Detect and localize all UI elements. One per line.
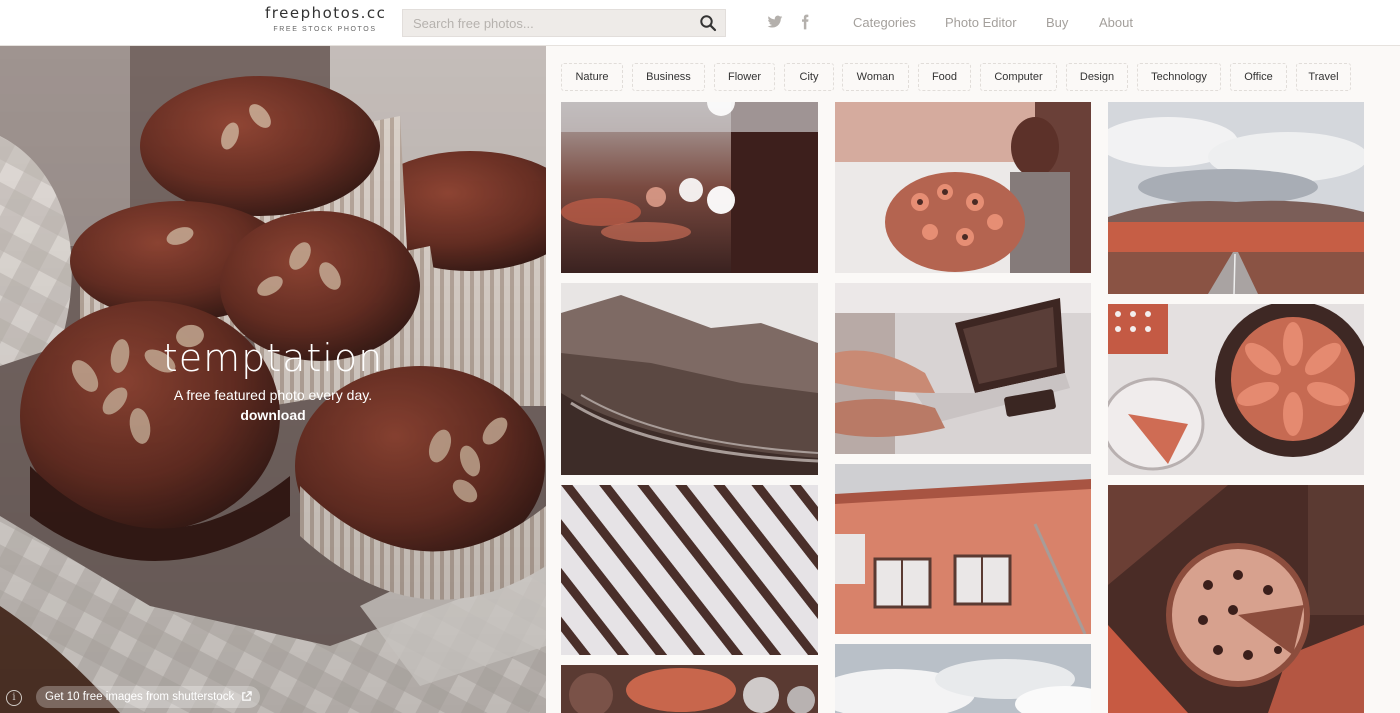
photo-tile-table[interactable] xyxy=(561,665,818,713)
photo-flowers xyxy=(835,102,1091,273)
category-travel[interactable]: Travel xyxy=(1296,63,1351,91)
photo-tile-tart[interactable] xyxy=(1108,304,1364,475)
photo-tile-pizza[interactable] xyxy=(1108,485,1364,713)
nav-buy[interactable]: Buy xyxy=(1046,15,1068,30)
nav-categories[interactable]: Categories xyxy=(853,15,916,30)
photo-tile-laptop[interactable] xyxy=(835,283,1091,454)
hero-title: temptation xyxy=(162,336,384,380)
download-link[interactable]: download xyxy=(0,407,546,423)
photo-tile-slats[interactable] xyxy=(561,485,818,655)
search-input[interactable] xyxy=(403,10,693,36)
photo-tile-railway[interactable] xyxy=(561,283,818,475)
info-icon[interactable]: i xyxy=(6,690,22,706)
photo-tile-city-lights[interactable] xyxy=(561,102,818,273)
photo-pizza xyxy=(1108,485,1364,713)
external-link-icon xyxy=(241,691,252,702)
featured-photo[interactable]: temptation A free featured photo every d… xyxy=(0,46,546,713)
shutterstock-promo-label: Get 10 free images from shutterstock xyxy=(45,691,235,703)
nav-photo-editor[interactable]: Photo Editor xyxy=(945,15,1017,30)
photo-tile-flowers[interactable] xyxy=(835,102,1091,273)
logo-name: freephotos.cc xyxy=(265,4,387,22)
photo-laptop xyxy=(835,283,1091,454)
photo-tile-road[interactable] xyxy=(1108,102,1364,294)
category-city[interactable]: City xyxy=(784,63,834,91)
nav-about[interactable]: About xyxy=(1099,15,1133,30)
search-box xyxy=(402,9,726,37)
photo-road xyxy=(1108,102,1364,294)
twitter-icon[interactable] xyxy=(767,14,783,30)
photo-slats xyxy=(561,485,818,655)
photo-tart xyxy=(1108,304,1364,475)
category-flower[interactable]: Flower xyxy=(714,63,775,91)
photo-railway xyxy=(561,283,818,475)
category-food[interactable]: Food xyxy=(918,63,971,91)
category-bar: Nature Business Flower City Woman Food C… xyxy=(546,46,1400,102)
category-office[interactable]: Office xyxy=(1230,63,1287,91)
photo-tile-building[interactable] xyxy=(835,464,1091,634)
facebook-icon[interactable] xyxy=(797,14,813,30)
site-logo[interactable]: freephotos.cc FREE STOCK PHOTOS xyxy=(265,4,385,33)
hero-subtitle: A free featured photo every day. xyxy=(173,387,373,403)
photo-clouds xyxy=(835,644,1091,713)
category-business[interactable]: Business xyxy=(632,63,705,91)
search-icon[interactable] xyxy=(699,14,717,32)
category-nature[interactable]: Nature xyxy=(561,63,623,91)
photo-city-lights xyxy=(561,102,818,273)
photo-building xyxy=(835,464,1091,634)
category-woman[interactable]: Woman xyxy=(842,63,909,91)
photo-table xyxy=(561,665,818,713)
category-computer[interactable]: Computer xyxy=(980,63,1057,91)
category-design[interactable]: Design xyxy=(1066,63,1128,91)
photo-tile-clouds[interactable] xyxy=(835,644,1091,713)
category-technology[interactable]: Technology xyxy=(1137,63,1221,91)
logo-tagline: FREE STOCK PHOTOS xyxy=(273,26,377,33)
shutterstock-promo-button[interactable]: Get 10 free images from shutterstock xyxy=(36,686,261,708)
top-header: freephotos.cc FREE STOCK PHOTOS Categori… xyxy=(0,0,1400,46)
